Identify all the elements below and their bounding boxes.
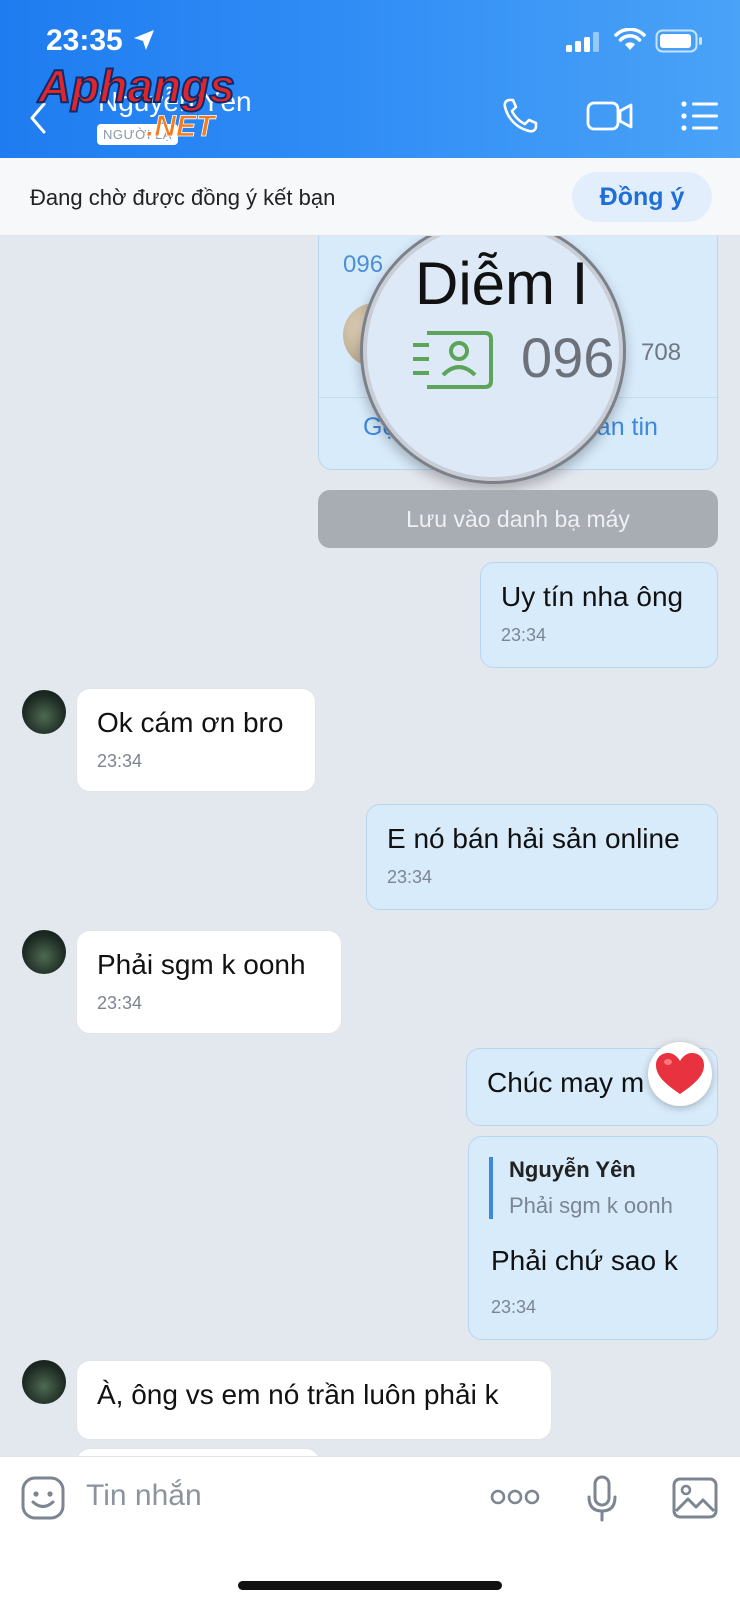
accept-button[interactable]: Đồng ý	[572, 172, 712, 222]
card-phone-top: 096	[343, 251, 384, 278]
video-icon[interactable]	[586, 96, 634, 136]
wifi-icon	[614, 28, 646, 50]
message-time: 23:34	[491, 1297, 537, 1317]
sender-avatar[interactable]	[22, 1360, 66, 1404]
location-arrow-icon	[134, 30, 154, 50]
card-phone-right: 708	[641, 339, 682, 366]
message-time: 23:34	[97, 751, 143, 771]
sticker-icon[interactable]	[20, 1475, 66, 1521]
message-time: 23:34	[501, 625, 547, 645]
menu-icon[interactable]	[680, 96, 720, 136]
svg-text:Aphangs: Aphangs	[37, 60, 235, 112]
save-to-contacts-button[interactable]: Lưu vào danh bạ máy	[318, 490, 718, 548]
signal-icon	[566, 32, 599, 52]
more-icon[interactable]	[490, 1487, 540, 1507]
battery-icon	[655, 29, 702, 53]
reply-message-bubble[interactable]: Nguyễn Yên Phải sgm k oonh Phải chứ sao …	[468, 1136, 718, 1340]
microphone-icon[interactable]	[586, 1475, 618, 1523]
message-text: Phải sgm k oonh	[97, 949, 306, 980]
message-text: À, ông vs em nó trần luôn phải k	[97, 1379, 499, 1410]
chat-header: 23:35 Nguyễn Yên NGƯỜI LẠ Aphangs .NET	[0, 0, 740, 158]
reply-indicator	[489, 1157, 493, 1219]
message-input-bar: Tin nhắn	[0, 1456, 740, 1600]
phone-icon[interactable]	[500, 96, 540, 136]
message-text: Phải chứ sao k	[491, 1245, 678, 1276]
id-card-icon	[413, 331, 493, 389]
message-bubble[interactable]: À, ông vs em nó trần luôn phải k	[76, 1360, 552, 1440]
sender-avatar[interactable]	[22, 690, 66, 734]
message-bubble[interactable]: Uy tín nha ông 23:34	[480, 562, 718, 668]
heart-reaction[interactable]	[648, 1042, 712, 1106]
reply-sender-name: Nguyễn Yên	[509, 1157, 636, 1182]
heart-icon	[656, 1053, 704, 1094]
friend-request-bar: Đang chờ được đồng ý kết bạn Đồng ý	[0, 158, 740, 236]
message-text: Chúc may m	[487, 1067, 645, 1098]
svg-text:.NET: .NET	[146, 110, 217, 142]
message-time: 23:34	[97, 993, 143, 1013]
message-bubble[interactable]: E nó bán hải sản online 23:34	[366, 804, 718, 910]
reply-quoted-text: Phải sgm k oonh	[509, 1193, 673, 1218]
magnified-phone: 096	[521, 326, 615, 389]
home-indicator	[238, 1581, 502, 1590]
message-input[interactable]: Tin nhắn	[86, 1479, 202, 1513]
image-icon[interactable]	[672, 1477, 718, 1519]
message-bubble[interactable]: Ok cám ơn bro 23:34	[76, 688, 316, 792]
message-text: Ok cám ơn bro	[97, 707, 284, 738]
friend-request-text: Đang chờ được đồng ý kết bạn	[30, 185, 336, 210]
message-bubble[interactable]: Phải sgm k oonh 23:34	[76, 930, 342, 1034]
sender-avatar[interactable]	[22, 930, 66, 974]
status-time: 23:35	[46, 24, 123, 57]
chat-area[interactable]: 096 708 Gọi nhắn tin Diễm I 096 Lưu vào …	[0, 236, 740, 1456]
message-bubble-partial[interactable]	[76, 1448, 320, 1456]
message-time: 23:34	[387, 867, 433, 887]
message-text: E nó bán hải sản online	[387, 823, 680, 854]
magnified-contact-name: Diễm I	[415, 250, 589, 317]
message-text: Uy tín nha ông	[501, 581, 684, 612]
watermark-logo: Aphangs .NET	[36, 59, 236, 142]
